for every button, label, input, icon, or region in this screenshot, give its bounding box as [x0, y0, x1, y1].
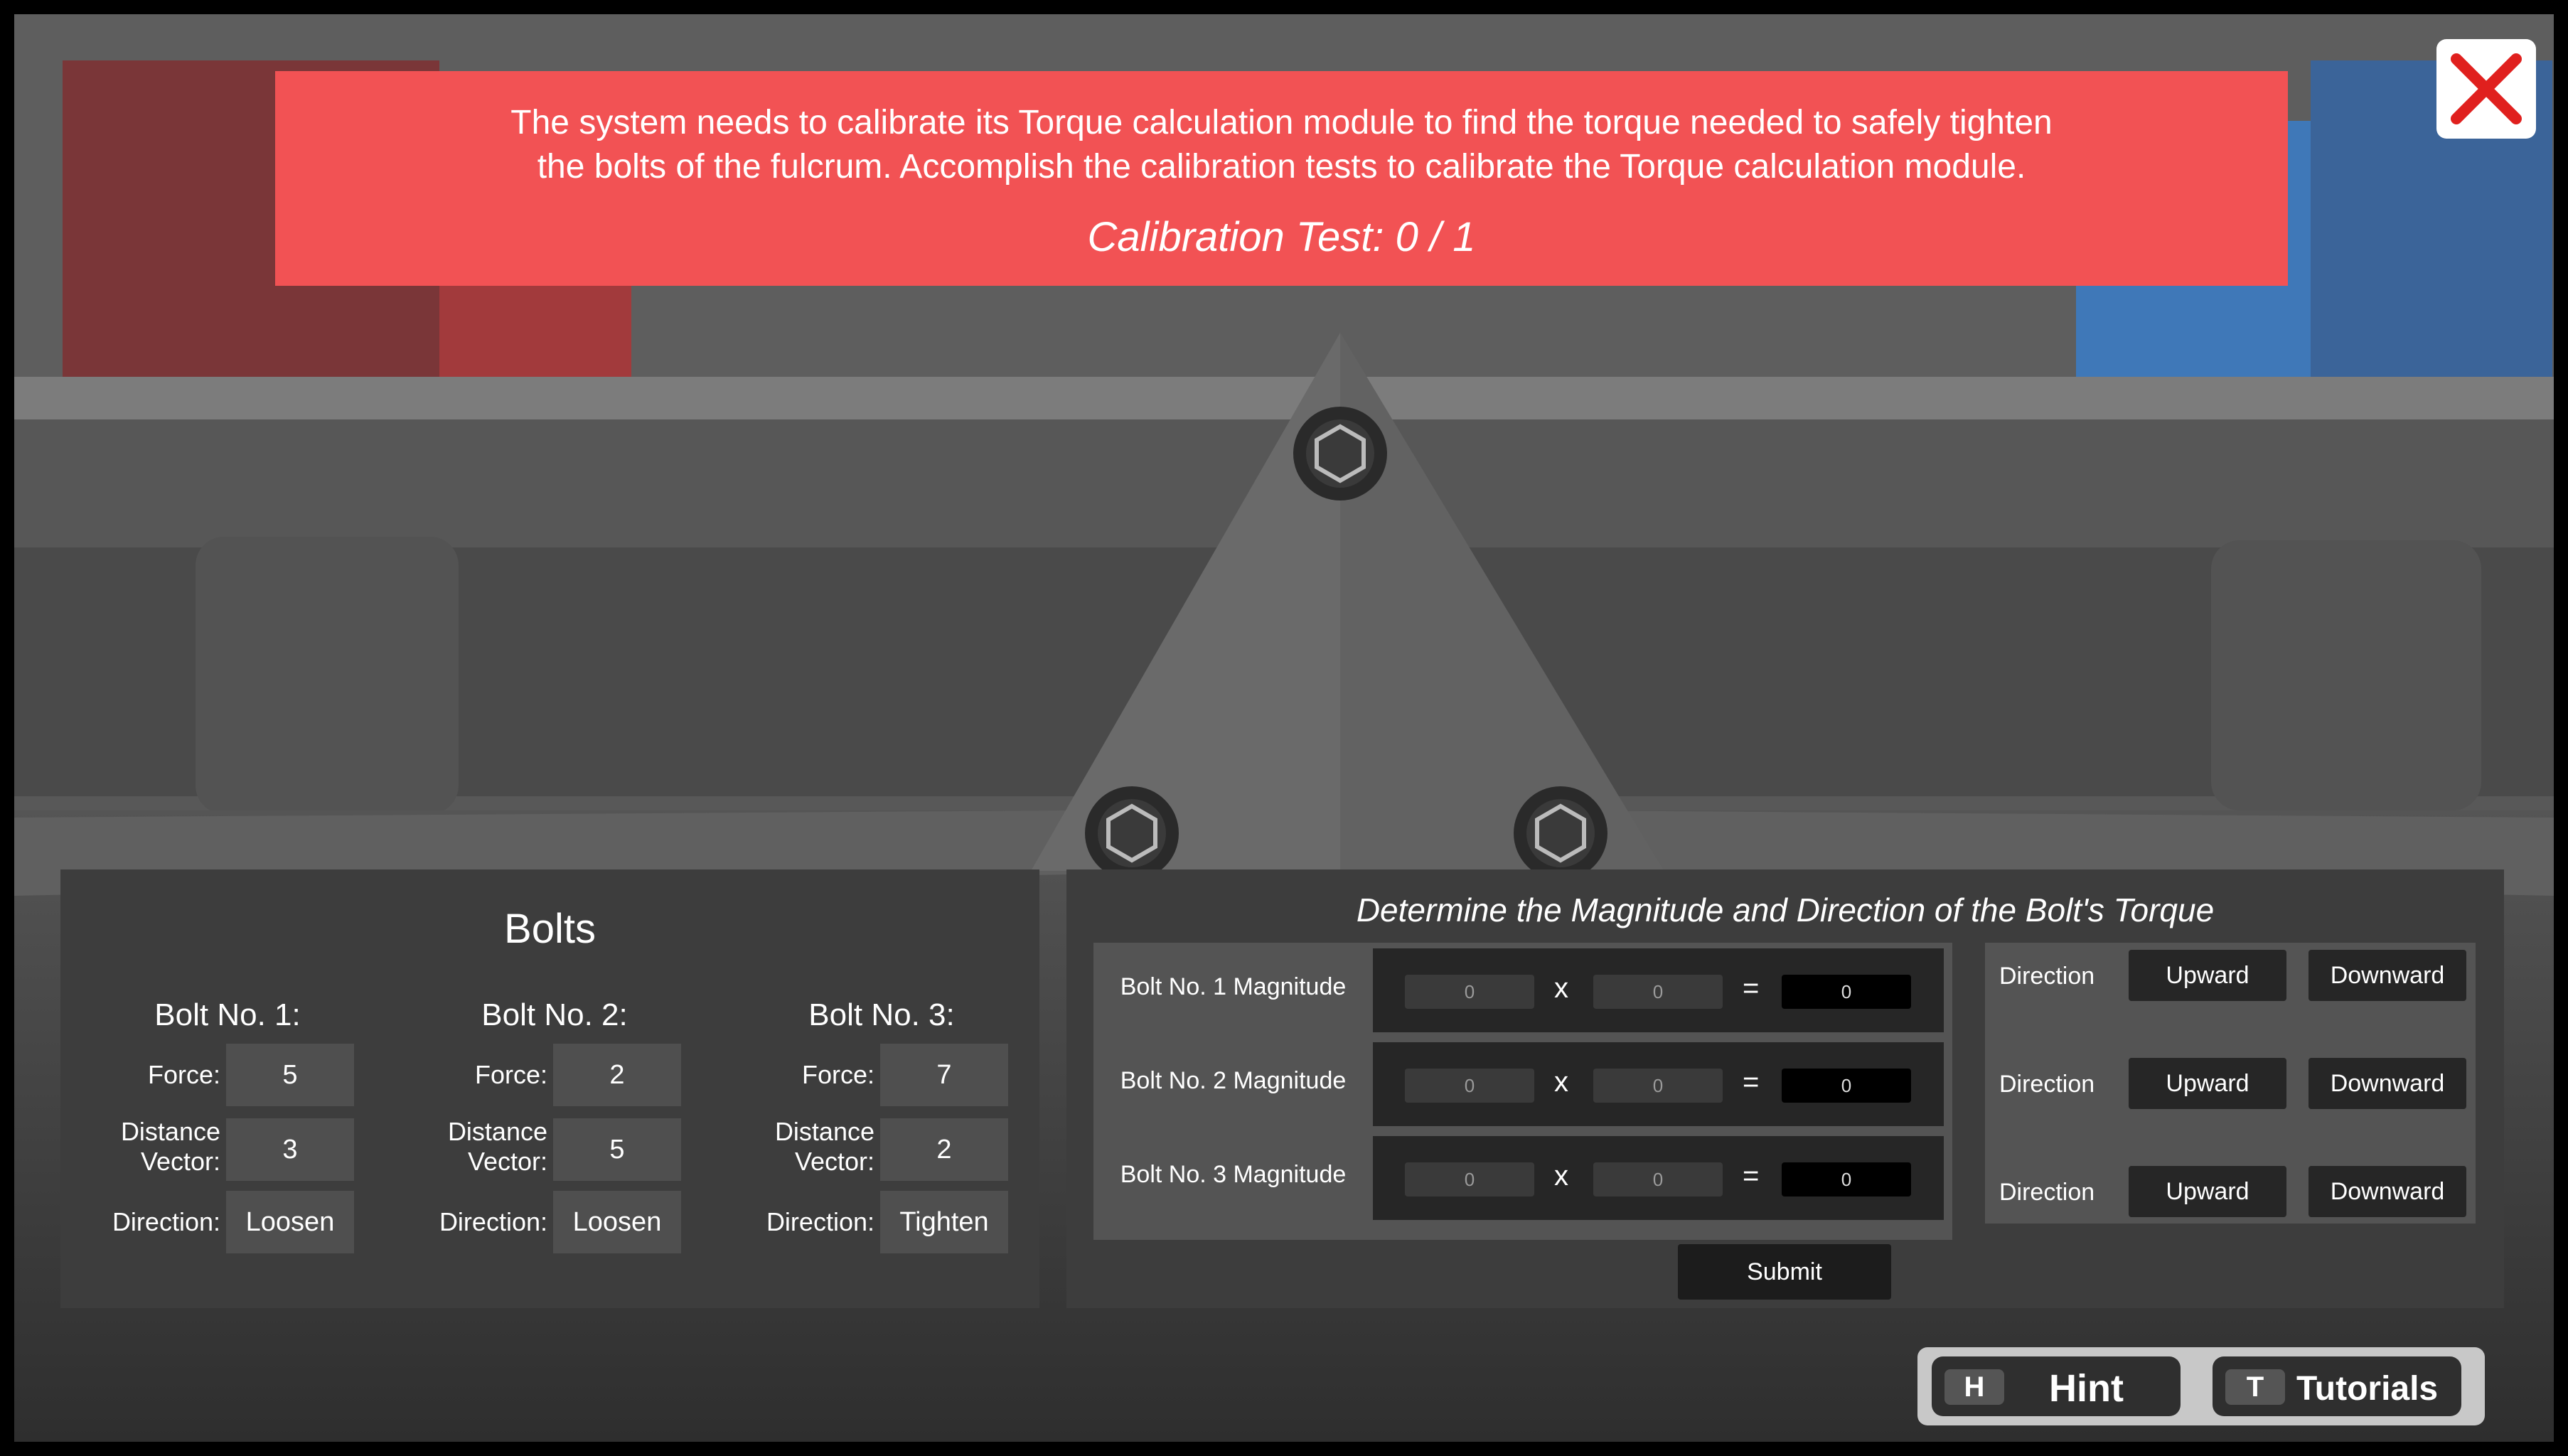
bolt-2-direction-label: Direction	[1999, 1071, 2095, 1098]
distance-vector-label: Distance Vector:	[78, 1117, 220, 1177]
bolt-3-column: Bolt No. 3: Force: 7 Distance Vector: 2 …	[732, 997, 1031, 1296]
hint-label: Hint	[2049, 1367, 2124, 1410]
close-x-icon	[2451, 53, 2522, 124]
distance-label-line-2: Vector:	[140, 1147, 220, 1176]
tutorials-key: T	[2225, 1369, 2285, 1405]
bolt-1-magnitude-label: Bolt No. 1 Magnitude	[1120, 973, 1347, 1000]
bolt-1-column: Bolt No. 1: Force: 5 Distance Vector: 3 …	[78, 997, 377, 1296]
bolt-1-magnitude-row: 0 x 0 = 0	[1373, 948, 1944, 1032]
bolt-2-downward-button[interactable]: Downward	[2308, 1058, 2466, 1109]
banner-message-line-1: The system needs to calibrate its Torque…	[510, 104, 2053, 141]
multiply-sign: x	[1554, 1160, 1568, 1192]
bolt-1-downward-button[interactable]: Downward	[2308, 950, 2466, 1001]
bolt-2-upward-button[interactable]: Upward	[2129, 1058, 2286, 1109]
multiply-sign: x	[1554, 1066, 1568, 1098]
direction-area: Direction Upward Downward Direction Upwa…	[1985, 943, 2476, 1224]
force-label: Force:	[801, 1060, 874, 1089]
distance-label-line-1: Distance	[774, 1117, 874, 1146]
bolts-title: Bolts	[504, 906, 596, 952]
distance-vector-label: Distance Vector:	[405, 1117, 547, 1177]
banner-message-line-2: the bolts of the fulcrum. Accomplish the…	[537, 148, 2026, 186]
bolt-1-force-input[interactable]: 0	[1405, 975, 1534, 1009]
direction-label: Direction:	[766, 1207, 874, 1236]
bolt-3-force-value: 7	[880, 1044, 1008, 1106]
distance-label-line-2: Vector:	[467, 1147, 547, 1176]
magnitude-area: Bolt No. 1 Magnitude 0 x 0 = 0 Bolt No. …	[1093, 943, 1952, 1240]
bolt-3-direction-value: Tighten	[880, 1191, 1008, 1253]
bolt-2-column: Bolt No. 2: Force: 2 Distance Vector: 5 …	[405, 997, 704, 1296]
bolt-1-result-input[interactable]: 0	[1782, 975, 1911, 1009]
bolt-3-result-input[interactable]: 0	[1782, 1162, 1911, 1197]
bolt-3-force-input[interactable]: 0	[1405, 1162, 1534, 1197]
distance-label-line-1: Distance	[120, 1117, 220, 1146]
bolt-2-distance-value: 5	[553, 1118, 681, 1181]
hint-bar: H Hint T Tutorials	[1917, 1347, 2485, 1425]
bolt-3-distance-value: 2	[880, 1118, 1008, 1181]
bolt-2-name: Bolt No. 2:	[481, 997, 628, 1032]
bolt-1-distance-value: 3	[226, 1118, 354, 1181]
bolt-head-right	[1514, 786, 1607, 880]
distance-label-line-2: Vector:	[794, 1147, 874, 1176]
bolts-panel: Bolts Bolt No. 1: Force: 5 Distance Vect…	[60, 869, 1039, 1308]
submit-button[interactable]: Submit	[1678, 1244, 1891, 1300]
close-button[interactable]	[2436, 39, 2536, 139]
bolt-3-magnitude-label: Bolt No. 3 Magnitude	[1120, 1161, 1347, 1188]
bolt-2-magnitude-label: Bolt No. 2 Magnitude	[1120, 1067, 1347, 1094]
bolt-3-magnitude-row: 0 x 0 = 0	[1373, 1136, 1944, 1220]
distance-vector-label: Distance Vector:	[732, 1117, 874, 1177]
direction-label: Direction:	[112, 1207, 220, 1236]
bolt-head-top	[1293, 407, 1387, 500]
bolt-2-distance-input[interactable]: 0	[1593, 1069, 1723, 1103]
bolt-3-name: Bolt No. 3:	[808, 997, 955, 1032]
bolt-1-direction-label: Direction	[1999, 963, 2095, 990]
force-label: Force:	[147, 1060, 220, 1089]
calibration-test-counter: Calibration Test: 0 / 1	[1087, 214, 1476, 260]
bolt-2-magnitude-row: 0 x 0 = 0	[1373, 1042, 1944, 1126]
tutorials-label: Tutorials	[2296, 1370, 2439, 1408]
torque-panel: Determine the Magnitude and Direction of…	[1066, 869, 2504, 1308]
bolt-3-downward-button[interactable]: Downward	[2308, 1166, 2466, 1217]
equals-sign: =	[1743, 973, 1760, 1004]
banner-message: The system needs to calibrate its Torque…	[318, 101, 2245, 189]
bolt-1-direction-value: Loosen	[226, 1191, 354, 1253]
bolt-1-name: Bolt No. 1:	[154, 997, 301, 1032]
bolt-1-force-value: 5	[226, 1044, 354, 1106]
multiply-sign: x	[1554, 973, 1568, 1004]
hint-key: H	[1944, 1369, 2004, 1405]
bolt-1-upward-button[interactable]: Upward	[2129, 950, 2286, 1001]
torque-panel-title: Determine the Magnitude and Direction of…	[1356, 892, 2215, 928]
calibration-banner: The system needs to calibrate its Torque…	[275, 71, 2288, 286]
bolt-2-force-input[interactable]: 0	[1405, 1069, 1534, 1103]
equals-sign: =	[1743, 1160, 1760, 1192]
tutorials-button[interactable]: T Tutorials	[2213, 1356, 2461, 1416]
bolt-3-direction-label: Direction	[1999, 1179, 2095, 1206]
direction-label: Direction:	[439, 1207, 547, 1236]
bolt-2-force-value: 2	[553, 1044, 681, 1106]
equals-sign: =	[1743, 1066, 1760, 1098]
bolt-2-direction-value: Loosen	[553, 1191, 681, 1253]
bolt-3-upward-button[interactable]: Upward	[2129, 1166, 2286, 1217]
hint-button[interactable]: H Hint	[1932, 1356, 2181, 1416]
bolt-head-left	[1085, 786, 1179, 880]
bolt-1-distance-input[interactable]: 0	[1593, 975, 1723, 1009]
force-label: Force:	[474, 1060, 547, 1089]
bolt-3-distance-input[interactable]: 0	[1593, 1162, 1723, 1197]
distance-label-line-1: Distance	[447, 1117, 547, 1146]
bolt-2-result-input[interactable]: 0	[1782, 1069, 1911, 1103]
